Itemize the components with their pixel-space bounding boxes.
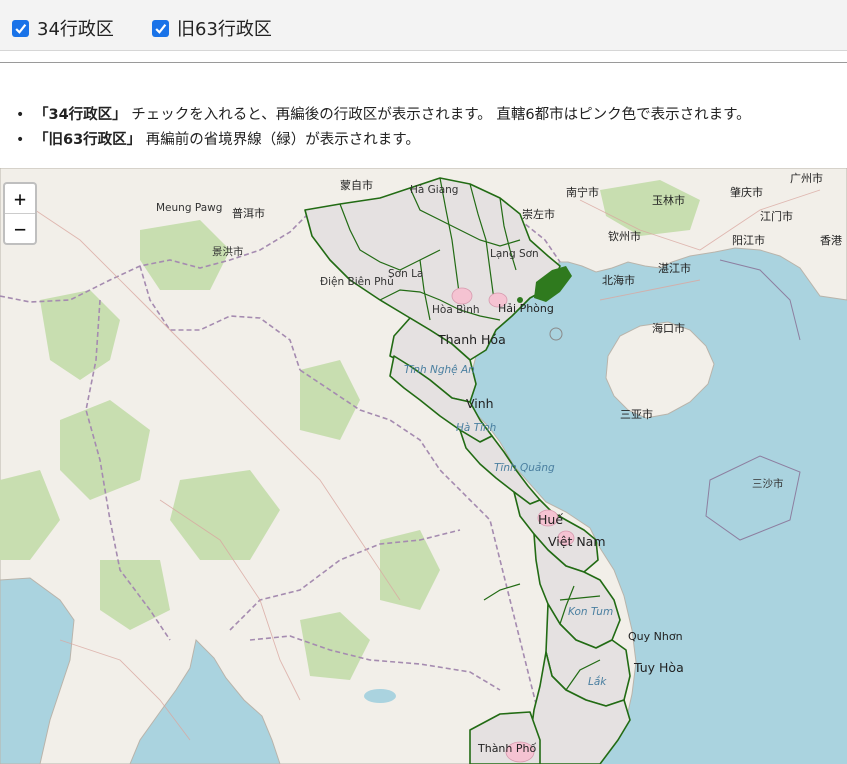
- label-tuy-hoa: Tuy Hòa: [634, 660, 684, 675]
- label-sanya: 三亚市: [620, 408, 653, 421]
- note-34: 「34行政区」 チェックを入れると、再編後の行政区が表示されます。 直轄6都市は…: [16, 104, 751, 129]
- layer-34-toggle[interactable]: 34行政区: [12, 15, 114, 41]
- label-quang-tri: Tĩnh Quảng: [494, 462, 555, 474]
- label-chongzuo: 崇左市: [522, 208, 555, 221]
- zoom-control: + −: [3, 182, 37, 245]
- map-canvas: [0, 168, 847, 764]
- label-ha-tinh: Hà Tĩnh: [456, 422, 497, 434]
- label-dak-lak: Lắk: [588, 676, 607, 688]
- map-view[interactable]: 蒙自市 南宁市 肇庆市 广州市 江门市 香港 北海市 海口市 三亚市 三沙市 崇…: [0, 168, 847, 764]
- label-hue: Huế: [538, 512, 564, 527]
- note-63-title: 「旧63行政区」: [34, 132, 142, 148]
- layer-63-toggle[interactable]: 旧63行政区: [152, 15, 272, 41]
- label-quy-nhon: Quy Nhơn: [628, 630, 683, 643]
- note-34-title: 「34行政区」: [34, 107, 127, 123]
- layer-34-label: 34行政区: [37, 19, 114, 40]
- label-nanning: 南宁市: [566, 186, 599, 199]
- label-ha-giang: Hà Giang: [410, 184, 459, 196]
- layer-63-label: 旧63行政区: [177, 19, 272, 40]
- label-kon-tum: Kon Tum: [568, 606, 614, 618]
- label-zhanjiang: 湛江市: [658, 262, 691, 275]
- checkbox-63[interactable]: [152, 19, 169, 37]
- label-mengzi: 蒙自市: [340, 179, 373, 192]
- label-guangzhou: 广州市: [790, 172, 823, 185]
- label-hai-phong: Hải Phòng: [498, 302, 554, 315]
- label-hongkong: 香港: [820, 234, 842, 247]
- label-dien-bien: Điện Biên Phủ: [320, 276, 394, 288]
- note-63: 「旧63行政区」 再編前の省境界線（緑）が表示されます。: [16, 129, 751, 154]
- label-thanh-hoa: Thanh Hóa: [438, 332, 506, 347]
- note-34-text: チェックを入れると、再編後の行政区が表示されます。 直轄6都市はピンク色で表示さ…: [126, 107, 751, 123]
- note-63-text: 再編前の省境界線（緑）が表示されます。: [141, 132, 420, 148]
- label-vinh: Vinh: [466, 396, 494, 411]
- label-puer: 普洱市: [232, 207, 265, 220]
- check-icon: [15, 23, 27, 34]
- zoom-in-button[interactable]: +: [5, 184, 35, 213]
- label-nghe-an: Tĩnh Nghệ An: [404, 364, 475, 376]
- zoom-out-button[interactable]: −: [5, 213, 35, 243]
- checkbox-34[interactable]: [12, 19, 29, 37]
- label-jiangmen: 江门市: [760, 210, 793, 223]
- label-yulin: 玉林市: [652, 194, 685, 207]
- label-sansha: 三沙市: [752, 478, 784, 490]
- label-viet-nam: Việt Nam: [548, 534, 606, 549]
- label-meung-pawg: Meung Pawg: [156, 202, 223, 214]
- label-yangjiang: 阳江市: [732, 234, 765, 247]
- label-beihai: 北海市: [602, 274, 635, 287]
- label-qinzhou: 钦州市: [608, 230, 641, 243]
- divider: [0, 62, 847, 63]
- label-jinghong: 景洪市: [212, 246, 244, 258]
- label-thanh-pho: Thành Phố: [478, 742, 537, 755]
- label-hoa-binh: Hòa Bình: [432, 304, 480, 316]
- label-haikou: 海口市: [652, 322, 685, 335]
- legend-notes: 「34行政区」 チェックを入れると、再編後の行政区が表示されます。 直轄6都市は…: [16, 104, 751, 154]
- label-zhaoqing: 肇庆市: [730, 186, 763, 199]
- layer-toolbar: 34行政区 旧63行政区: [0, 0, 847, 51]
- check-icon: [155, 23, 167, 34]
- label-lang-son: Lạng Sơn: [490, 248, 539, 260]
